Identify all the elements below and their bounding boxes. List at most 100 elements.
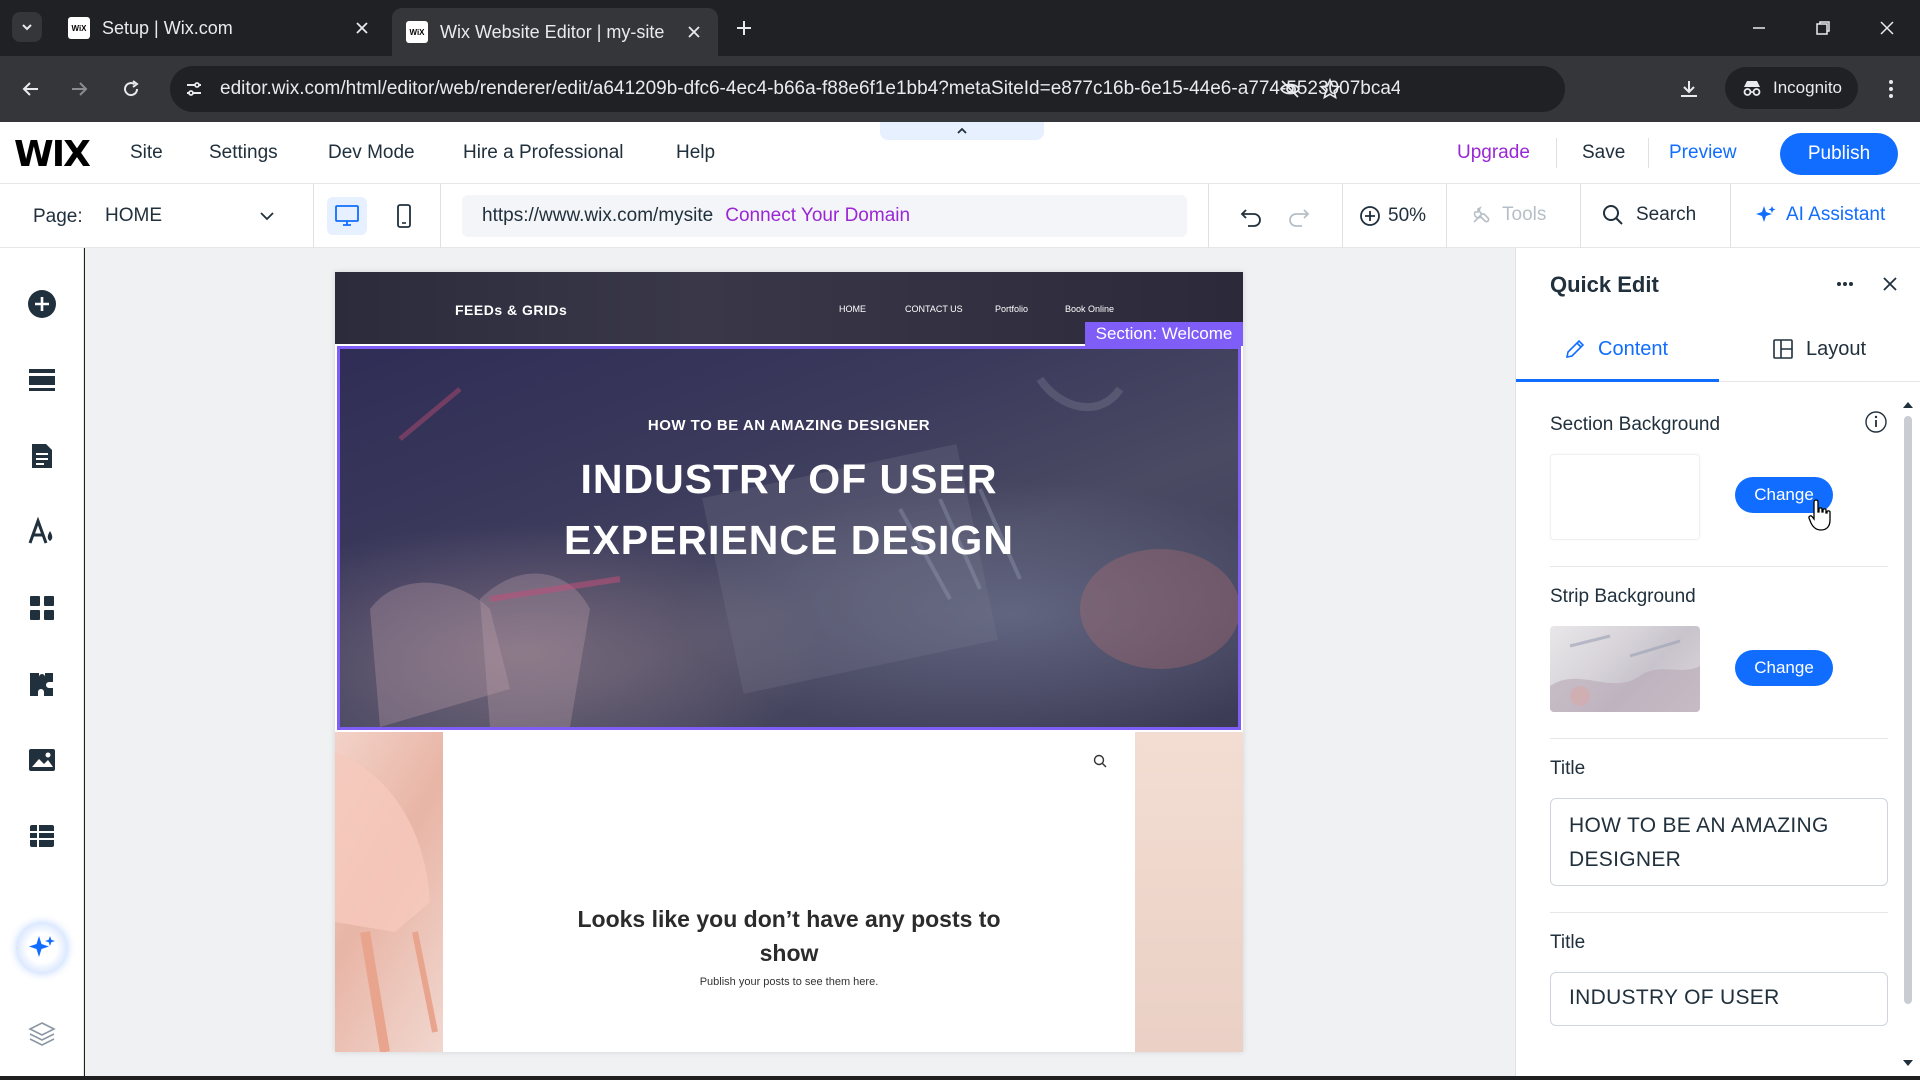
collapse-toolbar-button[interactable] [880,122,1044,140]
cms-button[interactable] [22,816,62,856]
restore-icon [1816,21,1830,35]
browser-tab-editor[interactable]: WiX Wix Website Editor | my-site [392,8,718,56]
site-address-bar[interactable]: https://www.wix.com/mysite Connect Your … [462,195,1187,237]
browser-tab-setup[interactable]: WiX Setup | Wix.com [54,8,386,48]
ai-assistant-button[interactable]: AI Assistant [1756,204,1885,226]
address-bar[interactable]: editor.wix.com/html/editor/web/renderer/… [170,66,1565,112]
tab-search-button[interactable] [12,12,42,42]
eye-off-icon[interactable] [1278,77,1302,101]
restore-button[interactable] [1808,14,1838,42]
pages-menu-button[interactable] [22,436,62,476]
hand-cursor-icon [1808,499,1831,531]
section-background-thumbnail[interactable] [1550,454,1700,540]
publish-button[interactable]: Publish [1780,133,1898,175]
site-nav-contact-us[interactable]: CONTACT US [905,304,963,314]
site-nav-portfolio[interactable]: Portfolio [995,304,1028,314]
panel-more-button[interactable] [1830,272,1860,296]
blog-section[interactable]: Looks like you don’t have any posts to s… [335,732,1243,1052]
scroll-down-arrow[interactable] [1902,1058,1914,1068]
wix-logo[interactable]: WIX [14,134,91,175]
add-section-button[interactable] [22,360,62,400]
divider [1342,184,1343,248]
editor-canvas[interactable]: FEEDs & GRIDs HOME CONTACT US Portfolio … [85,248,1515,1080]
menu-settings[interactable]: Settings [209,142,278,164]
connect-domain-link[interactable]: Connect Your Domain [725,205,910,227]
upgrade-link[interactable]: Upgrade [1457,142,1530,164]
title-text-field[interactable]: INDUSTRY OF USER [1550,972,1888,1026]
downloads-button[interactable] [1674,74,1704,104]
forward-button[interactable] [64,74,94,104]
site-design-button[interactable] [22,512,62,552]
strip-background-change-button[interactable]: Change [1735,650,1833,686]
search-button[interactable]: Search [1602,204,1696,226]
layout-icon [1773,339,1793,359]
menu-hire-a-professional[interactable]: Hire a Professional [463,142,624,164]
puzzle-icon [30,673,53,696]
media-button[interactable] [22,740,62,780]
search-icon[interactable] [1093,754,1107,768]
site-nav-book-online[interactable]: Book Online [1065,304,1114,314]
zoom-control[interactable]: 50% [1358,204,1426,228]
panel-close-button[interactable] [1878,272,1902,296]
reload-button[interactable] [116,74,146,104]
menu-dev-mode[interactable]: Dev Mode [328,142,415,164]
info-icon[interactable] [1864,410,1888,434]
star-icon[interactable] [1318,77,1342,101]
title-field-label: Title [1550,758,1586,779]
hero-main-title[interactable]: INDUSTRY OF USER EXPERIENCE DESIGN [340,449,1238,571]
menu-site[interactable]: Site [130,142,163,164]
zoom-value: 50% [1388,205,1427,226]
tab-close-button[interactable] [684,22,704,42]
add-apps-button[interactable] [22,588,62,628]
preview-button[interactable]: Preview [1669,142,1737,164]
tools-icon [1473,206,1490,223]
browser-menu-button[interactable] [1876,74,1906,104]
window-close-button[interactable] [1872,14,1902,42]
empty-state-subtitle: Publish your posts to see them here. [699,976,879,988]
active-tab-indicator [1516,379,1719,382]
hero-title-line: EXPERIENCE DESIGN [564,517,1014,563]
desktop-view-button[interactable] [327,197,367,235]
tab-content[interactable]: Content [1564,316,1668,382]
tab-layout[interactable]: Layout [1772,316,1866,382]
mobile-view-button[interactable] [384,197,424,235]
url-text[interactable]: editor.wix.com/html/editor/web/renderer/… [220,78,1400,100]
tab-title: Setup | Wix.com [102,17,233,38]
add-elements-button[interactable] [22,284,62,324]
tab-close-button[interactable] [352,18,372,38]
welcome-section[interactable]: HOW TO BE AN AMAZING DESIGNER INDUSTRY O… [337,346,1241,730]
mobile-icon [397,204,411,228]
save-button[interactable]: Save [1582,142,1625,164]
tools-button[interactable]: Tools [1470,204,1546,226]
apps-grid-icon [30,596,54,620]
section-label-badge[interactable]: Section: Welcome [1085,322,1243,346]
ai-tools-button[interactable] [16,922,68,974]
divider [440,184,441,248]
empty-state-title-line: show [759,940,819,966]
page-selector[interactable]: HOME [105,198,275,234]
site-page-preview[interactable]: FEEDs & GRIDs HOME CONTACT US Portfolio … [335,272,1243,1052]
scroll-up-arrow[interactable] [1902,400,1914,410]
title-text-field[interactable]: HOW TO BE AN AMAZING DESIGNER [1550,798,1888,886]
back-button[interactable] [16,74,46,104]
redo-button[interactable] [1284,202,1314,232]
search-icon [1603,205,1623,225]
business-tools-button[interactable] [22,664,62,704]
divider [1648,138,1649,168]
minimize-button[interactable] [1744,14,1774,42]
undo-button[interactable] [1236,202,1266,232]
hero-title-line: INDUSTRY OF USER [580,456,998,502]
layers-button[interactable] [22,1014,62,1054]
strip-background-thumbnail[interactable] [1550,626,1700,712]
site-info-icon[interactable] [182,77,206,101]
menu-help[interactable]: Help [676,142,715,164]
chevron-up-icon [957,127,967,134]
incognito-badge[interactable]: Incognito [1725,67,1858,109]
site-brand-logo[interactable]: FEEDs & GRIDs [455,302,567,318]
layers-icon [28,1022,56,1046]
new-tab-button[interactable] [730,14,758,42]
hero-eyebrow-title[interactable]: HOW TO BE AN AMAZING DESIGNER [340,417,1238,434]
site-nav-home[interactable]: HOME [839,304,866,314]
panel-scrollbar[interactable] [1904,416,1912,1004]
incognito-label: Incognito [1773,78,1842,97]
